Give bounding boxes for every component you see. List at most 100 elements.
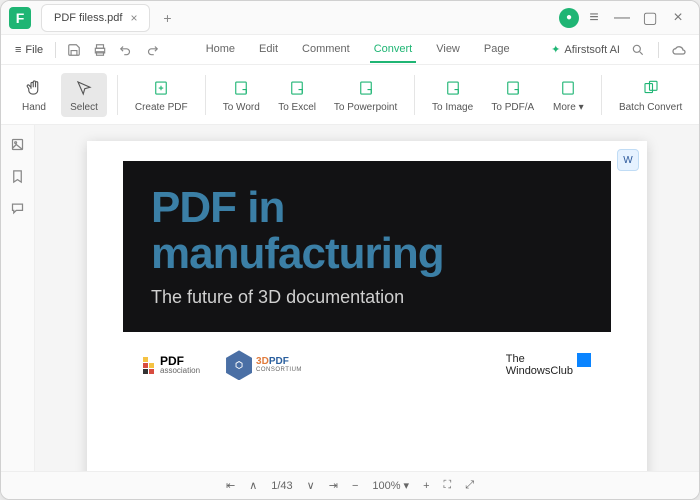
more-icon bbox=[559, 77, 577, 99]
to-word-tool[interactable]: To Word bbox=[215, 73, 267, 117]
file-menu[interactable]: ≡ File bbox=[9, 40, 49, 60]
close-tab-icon[interactable]: × bbox=[130, 11, 137, 25]
consortium-logo: ⬡ 3DPDF CONSORTIUM bbox=[226, 350, 302, 380]
pixel-grid-icon bbox=[143, 357, 154, 374]
to-pdfa-label: To PDF/A bbox=[491, 102, 534, 113]
cons-sub: CONSORTIUM bbox=[256, 367, 302, 373]
to-excel-label: To Excel bbox=[278, 102, 316, 113]
print-icon[interactable] bbox=[88, 38, 112, 62]
app-window: F PDF filess.pdf × + ● ≡ — ▢ × ≡ File Ho… bbox=[0, 0, 700, 500]
to-excel-tool[interactable]: To Excel bbox=[271, 73, 323, 117]
hero-subtitle: The future of 3D documentation bbox=[151, 287, 583, 308]
titlebar: F PDF filess.pdf × + ● ≡ — ▢ × bbox=[1, 1, 699, 35]
tab-edit[interactable]: Edit bbox=[255, 37, 282, 63]
tab-title: PDF filess.pdf bbox=[54, 12, 122, 24]
zoom-level[interactable]: 100% ▾ bbox=[372, 479, 409, 492]
chevron-down-icon: ▾ bbox=[579, 102, 584, 113]
to-powerpoint-label: To Powerpoint bbox=[334, 102, 397, 113]
to-powerpoint-icon bbox=[357, 77, 375, 99]
hand-label: Hand bbox=[22, 102, 46, 113]
close-button[interactable]: × bbox=[665, 5, 691, 31]
content-area: W PDF in manufacturing The future of 3D … bbox=[1, 125, 699, 471]
fit-width-button[interactable]: ⛶ bbox=[444, 479, 452, 492]
twc-line2: WindowsClub bbox=[506, 365, 573, 377]
zoom-out-button[interactable]: − bbox=[352, 480, 358, 492]
toolbar: Hand Select Create PDF To Word To Excel … bbox=[1, 65, 699, 125]
to-excel-icon bbox=[288, 77, 306, 99]
fullscreen-button[interactable]: ⤢ bbox=[465, 479, 474, 492]
more-tool[interactable]: More ▾ bbox=[545, 73, 591, 117]
hamburger-icon: ≡ bbox=[15, 44, 21, 56]
ai-button[interactable]: ✦ Afirstsoft AI bbox=[551, 43, 620, 56]
batch-label: Batch Convert bbox=[619, 102, 682, 113]
undo-icon[interactable] bbox=[114, 38, 138, 62]
thumbnails-icon[interactable] bbox=[7, 133, 29, 155]
tab-convert[interactable]: Convert bbox=[370, 37, 417, 63]
to-image-icon bbox=[444, 77, 462, 99]
logo-row: PDF association ⬡ 3DPDF CONSORTIUM T bbox=[103, 346, 631, 384]
tab-home[interactable]: Home bbox=[202, 37, 239, 63]
sparkle-icon: ✦ bbox=[551, 43, 560, 56]
file-label: File bbox=[25, 44, 43, 56]
statusbar: ⇤ ∧ 1/43 ∨ ⇥ − 100% ▾ + ⛶ ⤢ bbox=[1, 471, 699, 499]
to-pdfa-tool[interactable]: To PDF/A bbox=[484, 73, 541, 117]
pdf-association-logo: PDF association bbox=[143, 355, 200, 375]
chevron-down-icon: ▾ bbox=[404, 479, 410, 492]
tab-comment[interactable]: Comment bbox=[298, 37, 354, 63]
tab-view[interactable]: View bbox=[432, 37, 464, 63]
menubar: ≡ File Home Edit Comment Convert View Pa… bbox=[1, 35, 699, 65]
zoom-in-button[interactable]: + bbox=[423, 480, 429, 492]
to-word-label: To Word bbox=[223, 102, 260, 113]
menu-icon[interactable]: ≡ bbox=[581, 5, 607, 31]
redo-icon[interactable] bbox=[140, 38, 164, 62]
hand-tool[interactable]: Hand bbox=[11, 73, 57, 117]
prev-page-button[interactable]: ∧ bbox=[249, 479, 257, 492]
to-image-label: To Image bbox=[432, 102, 473, 113]
cons-pdf: PDF bbox=[269, 356, 289, 367]
hero-banner: PDF in manufacturing The future of 3D do… bbox=[123, 161, 611, 332]
minimize-button[interactable]: — bbox=[609, 5, 635, 31]
pdf-assoc-sub: association bbox=[160, 367, 200, 375]
left-sidebar bbox=[1, 125, 35, 471]
word-export-badge[interactable]: W bbox=[617, 149, 639, 171]
windowsclub-logo: The WindowsClub bbox=[506, 353, 591, 377]
to-powerpoint-tool[interactable]: To Powerpoint bbox=[327, 73, 404, 117]
to-word-icon bbox=[232, 77, 250, 99]
hand-icon bbox=[25, 77, 43, 99]
main-tabs: Home Edit Comment Convert View Page bbox=[166, 37, 549, 63]
cloud-icon[interactable] bbox=[667, 38, 691, 62]
create-pdf-icon bbox=[152, 77, 170, 99]
canvas[interactable]: W PDF in manufacturing The future of 3D … bbox=[35, 125, 699, 471]
hero-title: PDF in manufacturing bbox=[151, 185, 583, 277]
twc-line1: The bbox=[506, 353, 573, 365]
last-page-button[interactable]: ⇥ bbox=[329, 479, 338, 492]
ai-label: Afirstsoft AI bbox=[564, 44, 620, 56]
to-pdfa-icon bbox=[504, 77, 522, 99]
to-image-tool[interactable]: To Image bbox=[425, 73, 480, 117]
cons-3d: 3D bbox=[256, 356, 269, 367]
search-icon[interactable] bbox=[626, 38, 650, 62]
document-tab[interactable]: PDF filess.pdf × bbox=[41, 4, 150, 32]
first-page-button[interactable]: ⇤ bbox=[226, 479, 235, 492]
user-badge[interactable]: ● bbox=[559, 8, 579, 28]
bookmarks-icon[interactable] bbox=[7, 165, 29, 187]
hexagon-icon: ⬡ bbox=[226, 350, 252, 380]
app-logo: F bbox=[9, 7, 31, 29]
new-tab-button[interactable]: + bbox=[156, 7, 178, 29]
batch-icon bbox=[642, 77, 660, 99]
pdf-page: W PDF in manufacturing The future of 3D … bbox=[87, 141, 647, 471]
batch-convert-tool[interactable]: Batch Convert bbox=[612, 73, 689, 117]
page-indicator[interactable]: 1/43 bbox=[271, 480, 292, 492]
windows-icon bbox=[577, 353, 591, 367]
save-icon[interactable] bbox=[62, 38, 86, 62]
more-label: More ▾ bbox=[553, 102, 584, 113]
tab-page[interactable]: Page bbox=[480, 37, 514, 63]
select-tool[interactable]: Select bbox=[61, 73, 107, 117]
maximize-button[interactable]: ▢ bbox=[637, 5, 663, 31]
create-pdf-label: Create PDF bbox=[135, 102, 188, 113]
comments-icon[interactable] bbox=[7, 197, 29, 219]
next-page-button[interactable]: ∨ bbox=[307, 479, 315, 492]
select-label: Select bbox=[70, 102, 98, 113]
cursor-icon bbox=[75, 77, 93, 99]
create-pdf-tool[interactable]: Create PDF bbox=[128, 73, 195, 117]
